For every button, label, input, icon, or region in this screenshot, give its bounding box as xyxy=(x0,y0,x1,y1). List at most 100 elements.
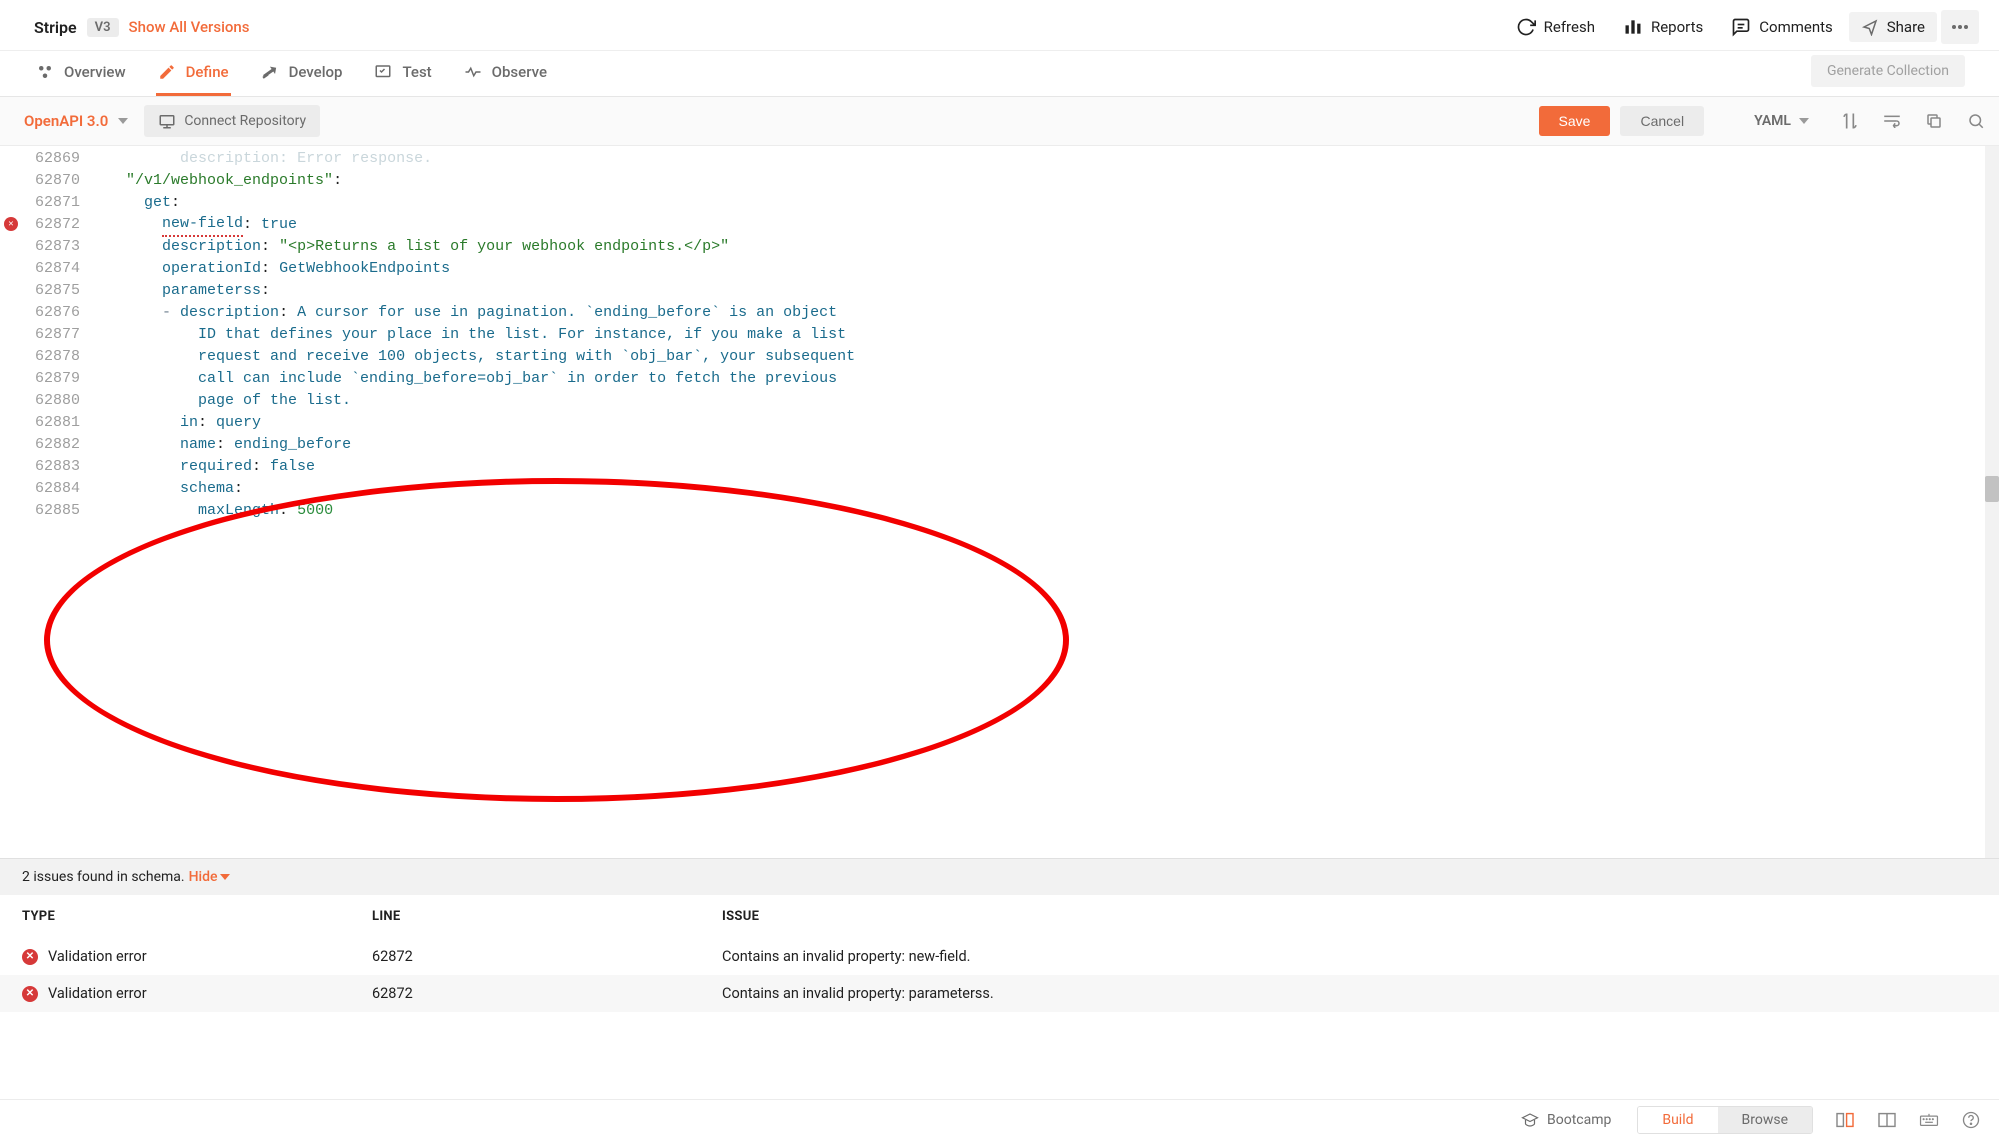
save-button[interactable]: Save xyxy=(1539,106,1611,136)
code-line[interactable]: parameterss: xyxy=(90,280,1999,302)
generate-collection-button[interactable]: Generate Collection xyxy=(1811,55,1965,87)
code-line[interactable]: maxLength: 5000 xyxy=(90,500,1999,522)
code-line[interactable]: description: Error response. xyxy=(90,148,1999,170)
scroll-thumb[interactable] xyxy=(1985,476,1999,502)
connect-repository-button[interactable]: Connect Repository xyxy=(144,105,320,137)
line-number: 62869 xyxy=(6,148,80,170)
refresh-label: Refresh xyxy=(1544,18,1595,36)
footer: Bootcamp Build Browse xyxy=(0,1099,1999,1140)
code-editor[interactable]: 6286962870628716287262873628746287562876… xyxy=(0,146,1999,858)
col-line: LINE xyxy=(372,909,722,924)
line-number: 62874 xyxy=(6,258,80,280)
code-line[interactable]: name: ending_before xyxy=(90,434,1999,456)
spec-label: OpenAPI 3.0 xyxy=(24,112,108,130)
code-line[interactable]: page of the list. xyxy=(90,390,1999,412)
show-all-versions-link[interactable]: Show All Versions xyxy=(129,18,250,36)
line-number: 62872 xyxy=(6,214,80,236)
tab-define-label: Define xyxy=(186,63,229,81)
spec-dropdown[interactable]: OpenAPI 3.0 xyxy=(18,108,134,134)
version-chip[interactable]: V3 xyxy=(87,18,119,37)
code-line[interactable]: "/v1/webhook_endpoints": xyxy=(90,170,1999,192)
issue-message: Contains an invalid property: new-field. xyxy=(722,948,1977,965)
line-number: 62879 xyxy=(6,368,80,390)
chevron-down-icon xyxy=(1799,118,1809,124)
line-number: 62876 xyxy=(6,302,80,324)
code-line[interactable]: new-field: true xyxy=(90,214,1999,236)
line-number: 62870 xyxy=(6,170,80,192)
line-number: 62885 xyxy=(6,500,80,522)
tab-develop-label: Develop xyxy=(289,63,343,81)
error-marker-icon[interactable] xyxy=(4,217,18,231)
issue-type: Validation error xyxy=(48,985,147,1002)
copy-icon[interactable] xyxy=(1923,110,1945,132)
refresh-icon xyxy=(1516,17,1536,37)
language-label: YAML xyxy=(1754,113,1791,129)
tabs: Overview Define Develop Test Observe xyxy=(0,51,1999,97)
comments-button[interactable]: Comments xyxy=(1719,11,1845,43)
keyboard-icon[interactable] xyxy=(1919,1110,1939,1130)
bootcamp-link[interactable]: Bootcamp xyxy=(1521,1111,1611,1129)
code-line[interactable]: in: query xyxy=(90,412,1999,434)
issues-header-row: TYPE LINE ISSUE xyxy=(0,895,1999,938)
bootcamp-label: Bootcamp xyxy=(1547,1112,1611,1128)
reports-label: Reports xyxy=(1651,18,1703,36)
col-type: TYPE xyxy=(22,909,372,924)
cancel-button[interactable]: Cancel xyxy=(1620,106,1704,136)
share-button[interactable]: Share xyxy=(1849,12,1937,42)
tab-observe-label: Observe xyxy=(492,63,547,81)
help-icon[interactable] xyxy=(1961,1110,1981,1130)
define-icon xyxy=(158,63,176,81)
code-line[interactable]: - description: A cursor for use in pagin… xyxy=(90,302,1999,324)
refresh-button[interactable]: Refresh xyxy=(1504,11,1607,43)
header: Stripe V3 Show All Versions Refresh Repo… xyxy=(0,0,1999,51)
issues-summary-text: 2 issues found in schema. xyxy=(22,869,185,885)
line-number: 62883 xyxy=(6,456,80,478)
repository-icon xyxy=(158,112,176,130)
beautify-icon[interactable] xyxy=(1839,110,1861,132)
line-number: 62884 xyxy=(6,478,80,500)
tab-test[interactable]: Test xyxy=(372,51,433,96)
scrollbar-vertical[interactable] xyxy=(1985,146,1999,858)
issue-row[interactable]: Validation error 62872Contains an invalid… xyxy=(0,975,1999,1012)
share-icon xyxy=(1861,18,1879,36)
tab-develop[interactable]: Develop xyxy=(259,51,345,96)
error-icon xyxy=(22,949,38,965)
line-number: 62882 xyxy=(6,434,80,456)
language-dropdown[interactable]: YAML xyxy=(1744,113,1819,129)
code-line[interactable]: get: xyxy=(90,192,1999,214)
reports-button[interactable]: Reports xyxy=(1611,11,1715,43)
connect-repo-label: Connect Repository xyxy=(184,113,306,129)
line-number: 62880 xyxy=(6,390,80,412)
tab-overview[interactable]: Overview xyxy=(34,51,128,96)
col-issue: ISSUE xyxy=(722,909,1977,924)
more-button[interactable] xyxy=(1941,10,1979,44)
api-name: Stripe xyxy=(34,18,77,37)
code-line[interactable]: call can include `ending_before=obj_bar`… xyxy=(90,368,1999,390)
browse-tab[interactable]: Browse xyxy=(1718,1107,1812,1133)
line-number: 62881 xyxy=(6,412,80,434)
tab-observe[interactable]: Observe xyxy=(462,51,549,96)
code-line[interactable]: description: "<p>Returns a list of your … xyxy=(90,236,1999,258)
tab-define[interactable]: Define xyxy=(156,51,231,96)
issue-message: Contains an invalid property: parameters… xyxy=(722,985,1977,1002)
line-number: 62875 xyxy=(6,280,80,302)
share-label: Share xyxy=(1887,18,1925,36)
hide-issues-link[interactable]: Hide xyxy=(189,869,231,885)
comments-icon xyxy=(1731,17,1751,37)
layout-icon[interactable] xyxy=(1877,1110,1897,1130)
line-number: 62877 xyxy=(6,324,80,346)
issue-row[interactable]: Validation error62872Contains an invalid… xyxy=(0,938,1999,975)
code-line[interactable]: operationId: GetWebhookEndpoints xyxy=(90,258,1999,280)
two-pane-icon[interactable] xyxy=(1835,1110,1855,1130)
issue-type: Validation error xyxy=(48,948,147,965)
search-icon[interactable] xyxy=(1965,110,1987,132)
build-tab[interactable]: Build xyxy=(1638,1107,1717,1133)
wrap-icon[interactable] xyxy=(1881,110,1903,132)
issues-summary-bar: 2 issues found in schema. Hide xyxy=(0,858,1999,895)
code-line[interactable]: required: false xyxy=(90,456,1999,478)
code-line[interactable]: request and receive 100 objects, startin… xyxy=(90,346,1999,368)
code-line[interactable]: ID that defines your place in the list. … xyxy=(90,324,1999,346)
issue-line: 62872 xyxy=(372,985,722,1002)
code-line[interactable]: schema: xyxy=(90,478,1999,500)
line-number: 62873 xyxy=(6,236,80,258)
